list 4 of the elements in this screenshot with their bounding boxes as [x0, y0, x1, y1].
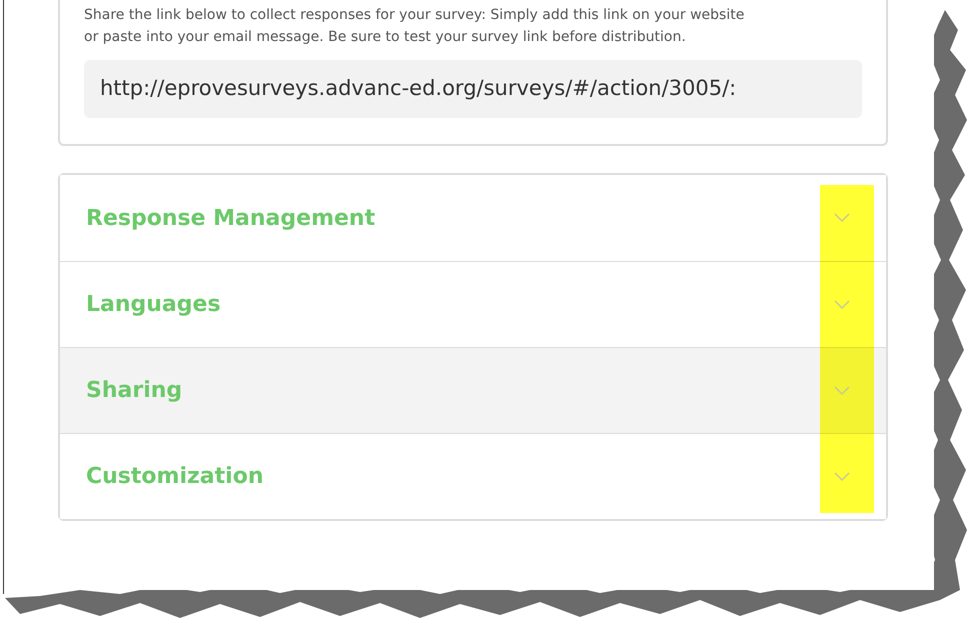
survey-link-field[interactable]: http://eprovesurveys.advanc-ed.org/surveys/#/action/3005/: — [84, 60, 862, 118]
share-description: Share the link below to collect responses for your survey: Simply add this link on your website or paste into your email message. Be sure to test your survey link before distribution. — [84, 6, 746, 47]
accordion-header[interactable]: Customization — [60, 433, 886, 519]
accordion-header[interactable]: Sharing — [60, 347, 886, 433]
